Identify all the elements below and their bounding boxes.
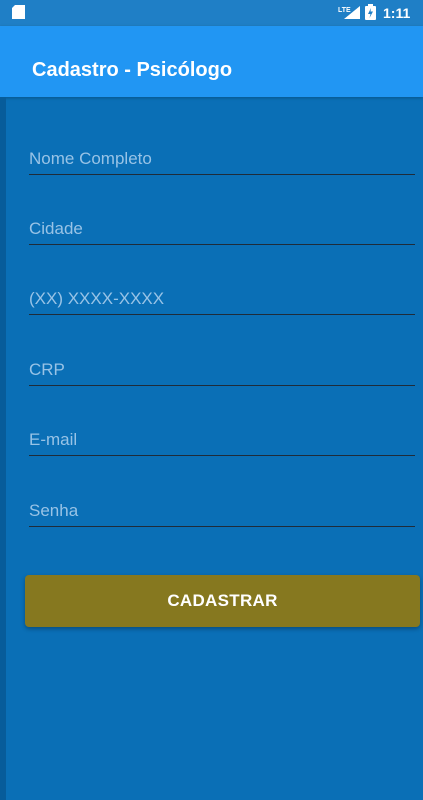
register-button[interactable]: CADASTRAR (25, 575, 420, 627)
battery-icon (365, 4, 376, 20)
lte-signal-icon: LTE (338, 6, 360, 19)
page-title: Cadastro - Psicólogo (32, 59, 233, 81)
app-bar: Cadastro - Psicólogo (0, 26, 423, 97)
sd-card-icon (12, 5, 25, 19)
crp-field (29, 354, 415, 388)
status-time: 1:11 (383, 5, 411, 21)
full-name-input[interactable] (29, 143, 415, 175)
status-bar: LTE 1:11 (0, 0, 423, 26)
left-edge-shadow (0, 97, 6, 800)
password-field (29, 495, 415, 529)
password-input[interactable] (29, 495, 415, 527)
email-field (29, 424, 415, 458)
email-input[interactable] (29, 424, 415, 456)
register-screen: LTE 1:11 Cadastro - Psicólogo CADASTRAR (0, 0, 423, 800)
crp-input[interactable] (29, 354, 415, 386)
phone-input[interactable] (29, 283, 415, 315)
lte-label: LTE (338, 7, 351, 14)
city-field (29, 213, 415, 247)
city-input[interactable] (29, 213, 415, 245)
full-name-field (29, 143, 415, 177)
phone-field (29, 283, 415, 317)
